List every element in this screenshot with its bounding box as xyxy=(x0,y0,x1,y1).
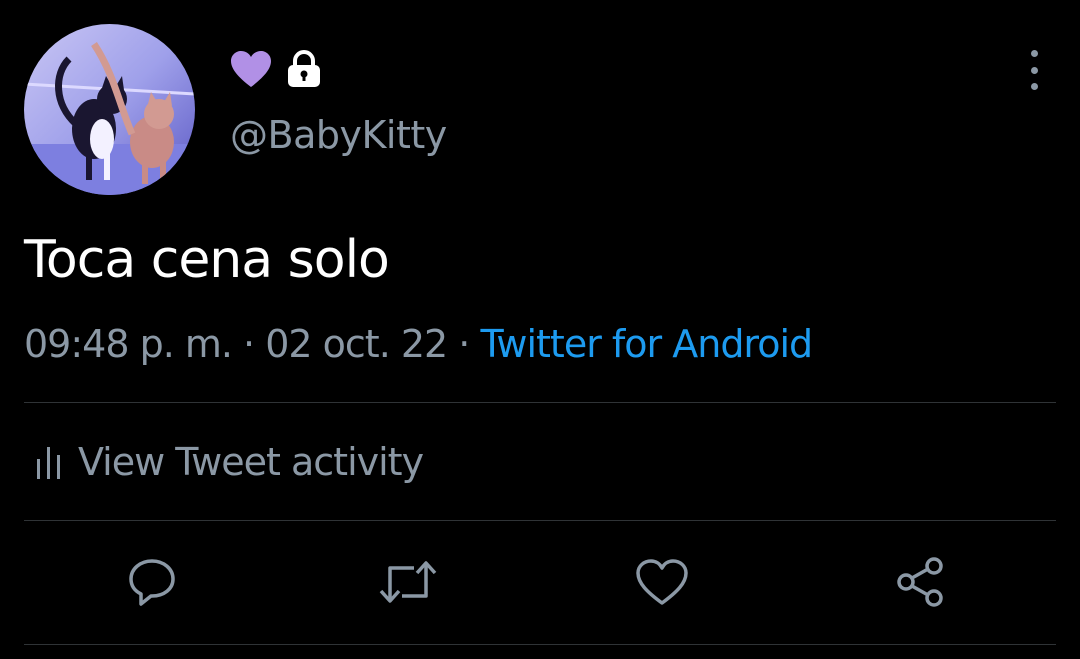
meta-separator: · xyxy=(447,322,481,366)
divider xyxy=(24,402,1056,403)
retweet-button[interactable] xyxy=(378,552,438,612)
divider xyxy=(24,520,1056,521)
tweet-date: 02 oct. 22 xyxy=(265,322,448,366)
tweet-text: Toca cena solo xyxy=(24,230,390,290)
divider xyxy=(24,644,1056,645)
meta-separator: · xyxy=(231,322,266,366)
lock-icon xyxy=(288,50,320,87)
tweet-source-link[interactable]: Twitter for Android xyxy=(480,322,813,366)
retweet-icon xyxy=(379,561,437,603)
share-button[interactable] xyxy=(890,552,950,612)
display-name-badges xyxy=(230,50,322,88)
more-dot-icon xyxy=(1030,66,1038,74)
tweet-meta: 09:48 p. m. · 02 oct. 22 · Twitter for A… xyxy=(24,320,813,368)
more-options-button[interactable] xyxy=(1020,50,1048,90)
reply-icon xyxy=(129,559,175,606)
tweet-detail: @BabyKitty Toca cena solo 09:48 p. m. · … xyxy=(0,0,1080,659)
heart-icon xyxy=(636,559,688,605)
tweet-time: 09:48 p. m. xyxy=(24,322,233,366)
bar-chart-icon xyxy=(37,447,60,479)
view-tweet-activity-button[interactable]: View Tweet activity xyxy=(34,438,424,486)
view-tweet-activity-label: View Tweet activity xyxy=(78,440,424,484)
reply-button[interactable] xyxy=(122,552,182,612)
more-dot-icon xyxy=(1030,83,1038,90)
share-icon xyxy=(897,557,943,607)
avatar[interactable] xyxy=(24,24,195,195)
user-handle[interactable]: @BabyKitty xyxy=(230,112,447,158)
like-button[interactable] xyxy=(632,552,692,612)
purple-heart-icon xyxy=(231,51,271,87)
avatar-cats-photo-icon xyxy=(24,24,195,195)
more-dot-icon xyxy=(1030,50,1038,57)
